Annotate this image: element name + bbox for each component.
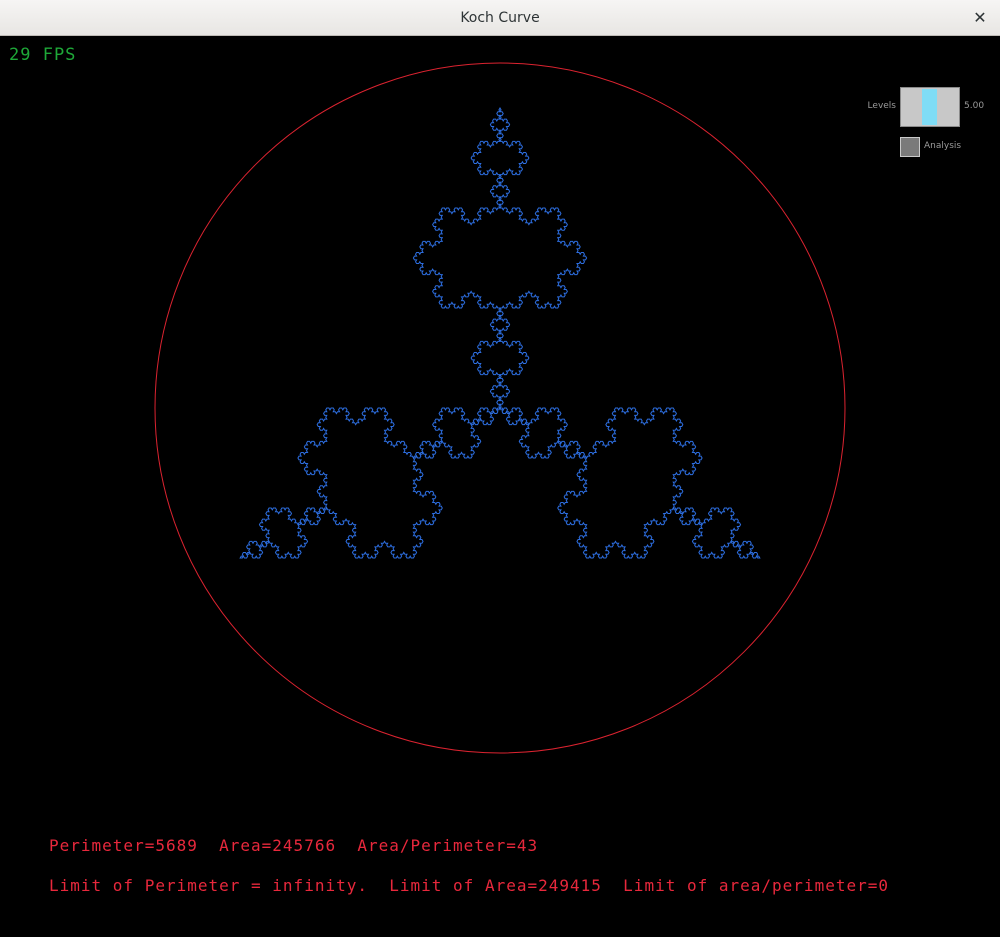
- fps-counter: 29 FPS: [9, 45, 77, 65]
- fractal-figure: [154, 62, 846, 754]
- levels-value: 5.00: [964, 101, 985, 111]
- koch-snowflake: [239, 107, 761, 559]
- slider-thumb[interactable]: [922, 89, 937, 125]
- levels-slider[interactable]: [900, 87, 960, 127]
- stats-line-current: Perimeter=5689 Area=245766 Area/Perimete…: [49, 836, 539, 855]
- analysis-label: Analysis: [924, 141, 962, 151]
- analysis-checkbox[interactable]: [900, 137, 920, 157]
- stats-line-limits: Limit of Perimeter = infinity. Limit of …: [49, 876, 889, 895]
- levels-label: Levels: [867, 101, 896, 111]
